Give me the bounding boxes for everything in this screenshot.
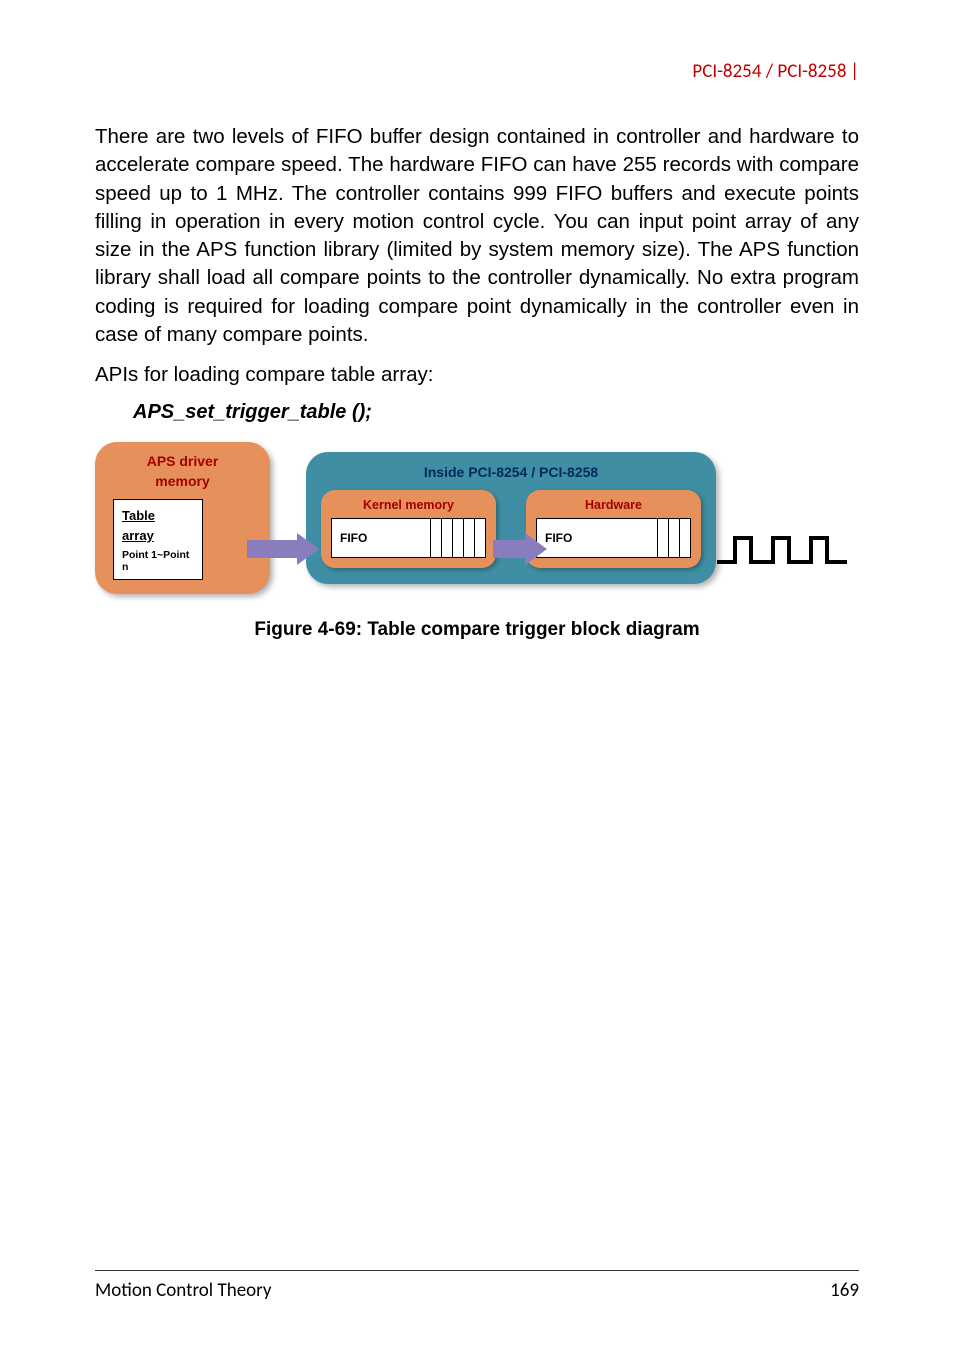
product-name: PCI-8254 / PCI-8258 — [692, 60, 846, 83]
hardware-title: Hardware — [536, 498, 691, 512]
footer-page-number: 169 — [830, 1279, 859, 1302]
api-function-call: APS_set_trigger_table (); — [133, 401, 859, 424]
table-array-label-l2: array — [122, 526, 194, 546]
kernel-memory-box: Kernel memory FIFO — [321, 490, 496, 568]
header-separator: | — [846, 60, 859, 83]
kernel-fifo: FIFO — [331, 518, 486, 558]
table-array-label-l1: Table — [122, 506, 194, 526]
arrow-icon — [493, 540, 547, 565]
pci-title: Inside PCI-8254 / PCI-8258 — [320, 464, 702, 480]
hardware-fifo: FIFO — [536, 518, 691, 558]
page-footer: Motion Control Theory 169 — [95, 1270, 859, 1302]
arrow-icon — [247, 540, 319, 565]
aps-driver-title: APS driver memory — [107, 452, 258, 491]
pulse-output-icon — [717, 530, 847, 570]
aps-driver-memory-box: APS driver memory Table array Point 1~Po… — [95, 442, 270, 594]
table-array-box: Table array Point 1~Point n — [113, 499, 203, 580]
kernel-memory-title: Kernel memory — [331, 498, 486, 512]
kernel-fifo-label: FIFO — [332, 531, 430, 545]
footer-section: Motion Control Theory — [95, 1279, 272, 1302]
body-paragraph-1: There are two levels of FIFO buffer desi… — [95, 123, 859, 349]
aps-driver-title-l1: APS driver — [147, 453, 219, 469]
aps-driver-title-l2: memory — [155, 473, 209, 489]
hardware-box: Hardware FIFO — [526, 490, 701, 568]
body-paragraph-2: APIs for loading compare table array: — [95, 363, 859, 387]
figure-caption: Figure 4-69: Table compare trigger block… — [95, 619, 859, 641]
block-diagram: APS driver memory Table array Point 1~Po… — [95, 442, 795, 594]
hardware-fifo-label: FIFO — [537, 531, 657, 545]
page-header: PCI-8254 / PCI-8258 | — [95, 60, 859, 83]
table-array-points: Point 1~Point n — [122, 549, 194, 573]
